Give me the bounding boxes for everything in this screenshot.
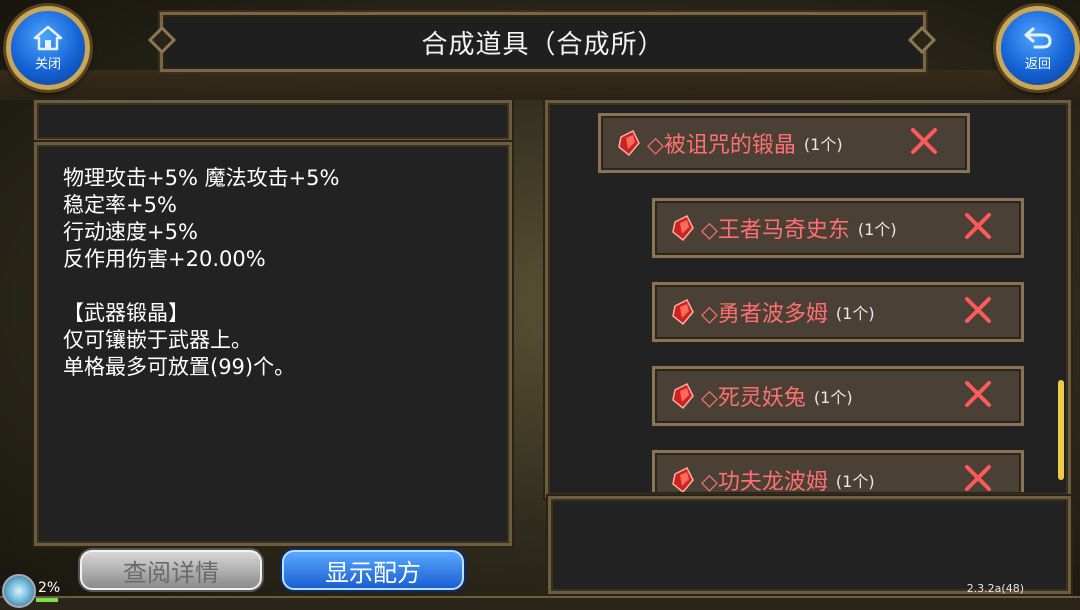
material-list-clip: ◇功夫龙波姆 (1个) — [545, 440, 1061, 492]
material-item[interactable]: ◇功夫龙波姆 (1个) — [652, 450, 1024, 492]
description-line: 物理攻击+5% 魔法攻击+5% — [63, 166, 340, 190]
description-line: 反作用伤害+20.00% — [63, 247, 266, 271]
material-name: ◇王者马奇史东 — [701, 218, 850, 243]
status-orb-icon — [2, 574, 36, 608]
result-panel — [548, 496, 1071, 594]
material-name: ◇死灵妖兔 — [701, 386, 806, 411]
material-item[interactable]: ◇勇者波多姆 (1个) — [652, 282, 1024, 342]
material-name: ◇勇者波多姆 — [701, 302, 828, 327]
remove-x-icon[interactable] — [909, 126, 939, 156]
material-item[interactable]: ◇王者马奇史东 (1个) — [652, 198, 1024, 258]
close-button[interactable]: 关闭 — [6, 6, 90, 90]
description-line — [63, 273, 340, 300]
description-line: 单格最多可放置(99)个。 — [63, 355, 296, 379]
description-text: 物理攻击+5% 魔法攻击+5% 稳定率+5% 行动速度+5% 反作用伤害+20.… — [63, 165, 340, 381]
material-name: ◇被诅咒的锻晶 — [647, 133, 796, 158]
material-qty: (1个) — [835, 472, 875, 491]
red-crystal-icon — [672, 466, 694, 492]
back-button-label: 返回 — [1024, 56, 1051, 72]
remove-x-icon[interactable] — [963, 295, 993, 325]
remove-x-icon[interactable] — [963, 463, 993, 492]
description-panel: 物理攻击+5% 魔法攻击+5% 稳定率+5% 行动速度+5% 反作用伤害+20.… — [34, 142, 512, 546]
material-item[interactable]: ◇死灵妖兔 (1个) — [652, 366, 1024, 426]
description-line: 【武器锻晶】 — [63, 301, 189, 325]
status-percent: 2% — [38, 580, 61, 596]
red-crystal-icon — [672, 382, 694, 410]
return-arrow-icon — [1023, 25, 1053, 51]
material-qty: (1个) — [835, 304, 875, 323]
item-preview-bar — [34, 100, 512, 142]
red-crystal-icon — [672, 298, 694, 326]
back-button[interactable]: 返回 — [996, 6, 1080, 90]
description-line: 仅可镶嵌于武器上。 — [63, 328, 252, 352]
material-item[interactable]: ◇被诅咒的锻晶 (1个) — [598, 113, 970, 173]
description-line: 行动速度+5% — [63, 220, 198, 244]
red-crystal-icon — [672, 214, 694, 242]
version-label: 2.3.2a(48) — [966, 582, 1024, 595]
red-crystal-icon — [618, 129, 640, 157]
view-details-button[interactable]: 查阅详情 — [80, 550, 262, 590]
remove-x-icon[interactable] — [963, 379, 993, 409]
material-name: ◇功夫龙波姆 — [701, 470, 828, 492]
page-title: 合成道具（合成所） — [421, 29, 665, 60]
close-button-label: 关闭 — [34, 56, 61, 72]
title-bar: 合成道具（合成所） — [160, 12, 926, 72]
material-list-scrollbar[interactable] — [1058, 380, 1064, 480]
description-line: 稳定率+5% — [63, 193, 177, 217]
remove-x-icon[interactable] — [963, 211, 993, 241]
home-icon — [33, 25, 63, 51]
background-scene — [0, 70, 1080, 100]
material-qty: (1个) — [813, 388, 853, 407]
material-qty: (1个) — [803, 135, 843, 154]
show-recipe-button[interactable]: 显示配方 — [282, 550, 464, 590]
material-qty: (1个) — [857, 220, 897, 239]
status-percent-bar — [36, 598, 58, 602]
